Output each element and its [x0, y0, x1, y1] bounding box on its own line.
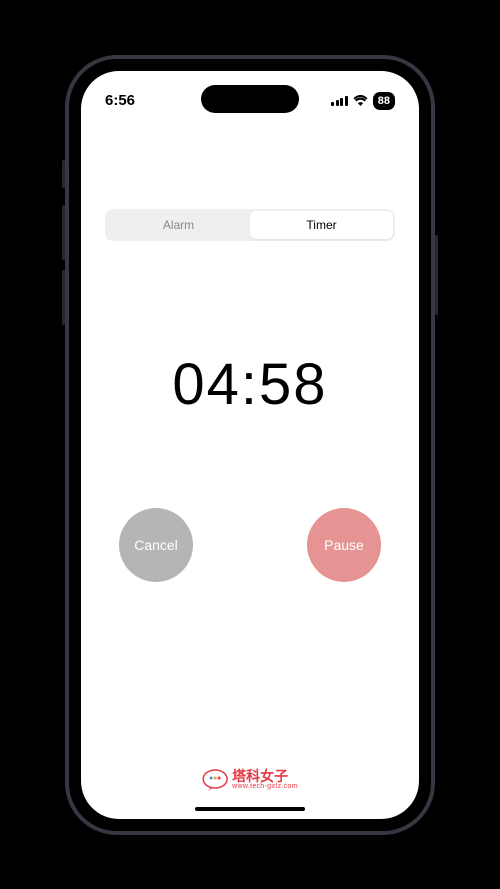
dynamic-island — [201, 85, 299, 113]
volume-up-button — [62, 205, 65, 260]
timer-countdown: 04:58 — [105, 351, 395, 418]
pause-button[interactable]: Pause — [307, 508, 381, 582]
cellular-signal-icon — [331, 96, 348, 106]
phone-bezel: 6:56 88 — [69, 59, 431, 831]
wifi-icon — [353, 95, 368, 106]
app-content: Alarm Timer 04:58 Cancel Pause — [81, 119, 419, 819]
mode-segmented-control: Alarm Timer — [105, 209, 395, 241]
volume-down-button — [62, 270, 65, 325]
silent-switch — [62, 160, 65, 188]
status-time: 6:56 — [105, 92, 135, 109]
logo-url: www.tech-girlz.com — [232, 783, 298, 790]
logo-icon — [202, 769, 228, 791]
tab-alarm[interactable]: Alarm — [107, 211, 250, 239]
logo-text: 塔科女子 www.tech-girlz.com — [232, 769, 298, 790]
logo-title: 塔科女子 — [232, 769, 298, 783]
tab-timer[interactable]: Timer — [250, 211, 393, 239]
battery-indicator: 88 — [373, 92, 395, 110]
home-indicator[interactable] — [195, 807, 305, 811]
watermark-logo: 塔科女子 www.tech-girlz.com — [202, 769, 298, 791]
status-indicators: 88 — [331, 92, 395, 110]
cancel-button[interactable]: Cancel — [119, 508, 193, 582]
power-button — [435, 235, 438, 315]
phone-frame: 6:56 88 — [65, 55, 435, 835]
battery-level: 88 — [378, 95, 390, 107]
timer-controls: Cancel Pause — [105, 508, 395, 582]
screen: 6:56 88 — [81, 71, 419, 819]
